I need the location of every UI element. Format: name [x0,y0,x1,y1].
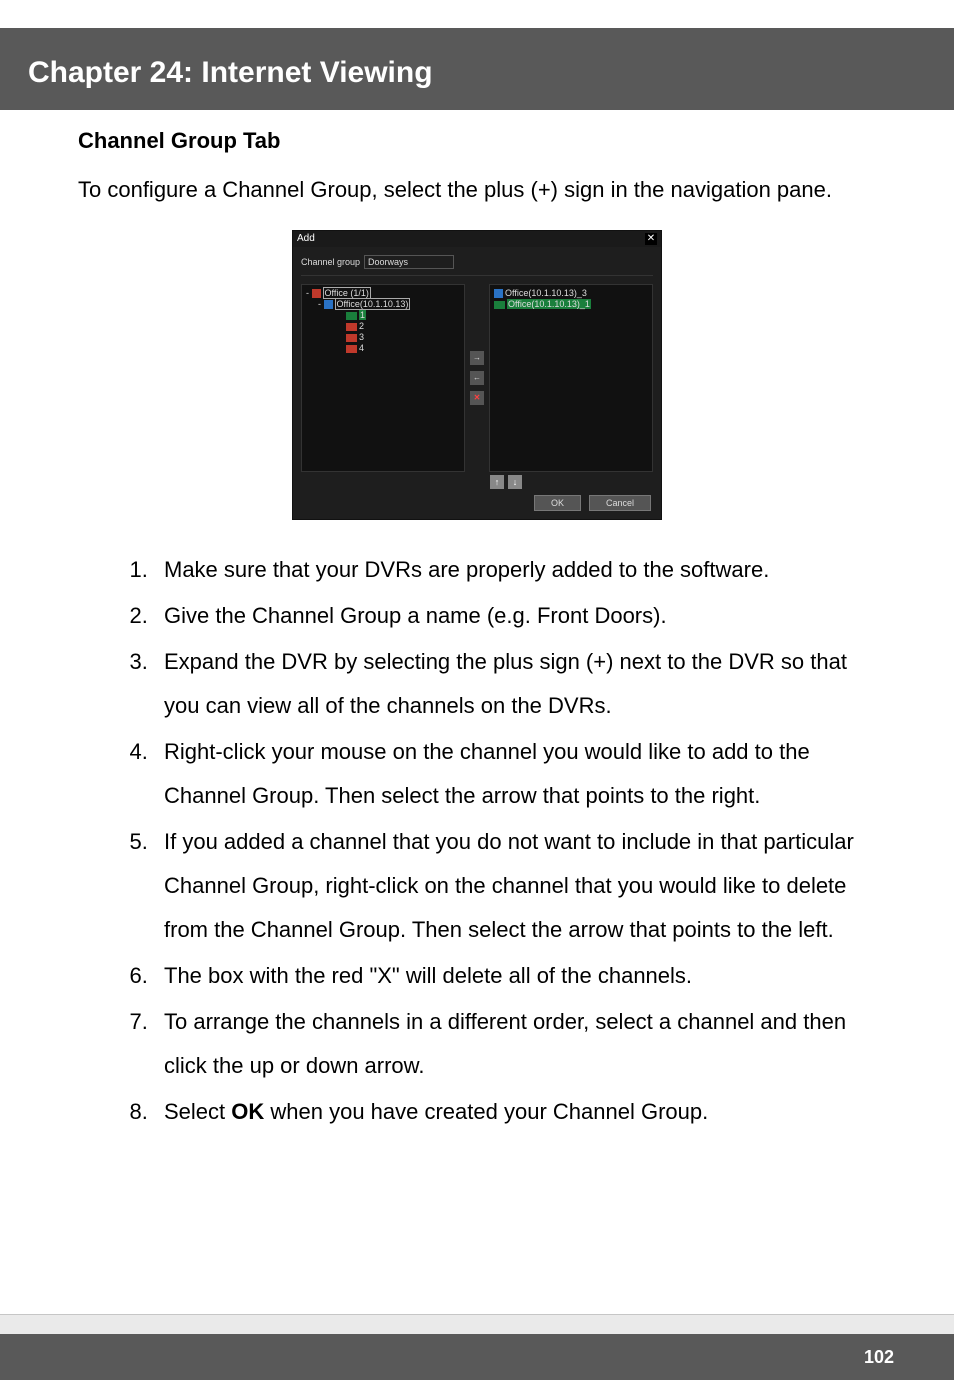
dialog-footer: OK Cancel [534,495,651,511]
close-icon[interactable]: ✕ [645,233,657,245]
intro-paragraph: To configure a Channel Group, select the… [78,168,876,212]
camera-icon [346,323,357,331]
selected-item-2-label: Office(10.1.10.13)_1 [507,299,591,309]
tree-channel-2-label: 2 [359,321,364,331]
page-content: Channel Group Tab To configure a Channel… [0,128,954,1134]
footer-divider [0,1314,954,1334]
tree-dvr-label: Office(10.1.10.13) [335,298,411,310]
step-1: Make sure that your DVRs are properly ad… [154,548,876,592]
selected-list[interactable]: Office(10.1.10.13)_3 Office(10.1.10.13)_… [490,285,652,313]
dialog-titlebar: Add ✕ [293,231,661,247]
dvr-icon [494,289,503,298]
chapter-title: Chapter 24: Internet Viewing [28,56,954,90]
channel-group-input[interactable] [364,255,454,269]
dvr-icon [324,300,333,309]
step-8: Select OK when you have created your Cha… [154,1090,876,1134]
tree-channel-2[interactable]: 2 [306,321,460,332]
ok-button[interactable]: OK [534,495,581,511]
step-5: If you added a channel that you do not w… [154,820,876,952]
step-8-text-a: Select [164,1099,231,1124]
source-tree-panel: - Office (1/1) - Office(10.1.10.13) 1 2 … [301,284,465,472]
move-down-button[interactable]: ↓ [508,475,522,489]
tree-channel-1[interactable]: 1 [306,310,460,321]
step-4: Right-click your mouse on the channel yo… [154,730,876,818]
step-8-ok: OK [231,1099,264,1124]
device-tree[interactable]: - Office (1/1) - Office(10.1.10.13) 1 2 … [302,285,464,357]
section-title: Channel Group Tab [78,128,876,154]
instruction-list: Make sure that your DVRs are properly ad… [154,548,876,1134]
tree-channel-3[interactable]: 3 [306,332,460,343]
delete-all-button[interactable]: ✕ [470,391,484,405]
selected-item-1-label: Office(10.1.10.13)_3 [505,288,587,298]
page-footer: 102 [0,1334,954,1380]
tree-channel-4[interactable]: 4 [306,343,460,354]
step-8-text-c: when you have created your Channel Group… [264,1099,708,1124]
dialog-panels: - Office (1/1) - Office(10.1.10.13) 1 2 … [301,284,653,472]
step-3: Expand the DVR by selecting the plus sig… [154,640,876,728]
dialog-body: Channel group - Office (1/1) - Office(10… [293,247,661,480]
channel-group-row: Channel group [301,255,653,276]
transfer-buttons: → ← ✕ [469,284,485,472]
tree-channel-1-label: 1 [359,310,366,320]
step-7: To arrange the channels in a different o… [154,1000,876,1088]
reorder-buttons: ↑ ↓ [490,475,522,489]
camera-icon [346,334,357,342]
step-2: Give the Channel Group a name (e.g. Fron… [154,594,876,638]
add-right-button[interactable]: → [470,351,484,365]
tree-dvr[interactable]: - Office(10.1.10.13) [306,299,460,310]
cancel-button[interactable]: Cancel [589,495,651,511]
page-number: 102 [864,1347,894,1368]
camera-icon [346,312,357,320]
selected-list-panel: Office(10.1.10.13)_3 Office(10.1.10.13)_… [489,284,653,472]
camera-icon [494,301,505,309]
tree-channel-3-label: 3 [359,332,364,342]
camera-icon [346,345,357,353]
chapter-header: Chapter 24: Internet Viewing [0,28,954,110]
selected-item-2[interactable]: Office(10.1.10.13)_1 [494,299,648,310]
move-up-button[interactable]: ↑ [490,475,504,489]
dialog-title: Add [297,233,315,245]
remove-left-button[interactable]: ← [470,371,484,385]
screenshot-container: Add ✕ Channel group - Office (1/1) - Off… [78,230,876,520]
selected-item-1[interactable]: Office(10.1.10.13)_3 [494,288,648,299]
channel-group-label: Channel group [301,257,360,268]
tree-channel-4-label: 4 [359,343,364,353]
add-dialog: Add ✕ Channel group - Office (1/1) - Off… [292,230,662,520]
step-6: The box with the red "X" will delete all… [154,954,876,998]
building-icon [312,289,321,298]
